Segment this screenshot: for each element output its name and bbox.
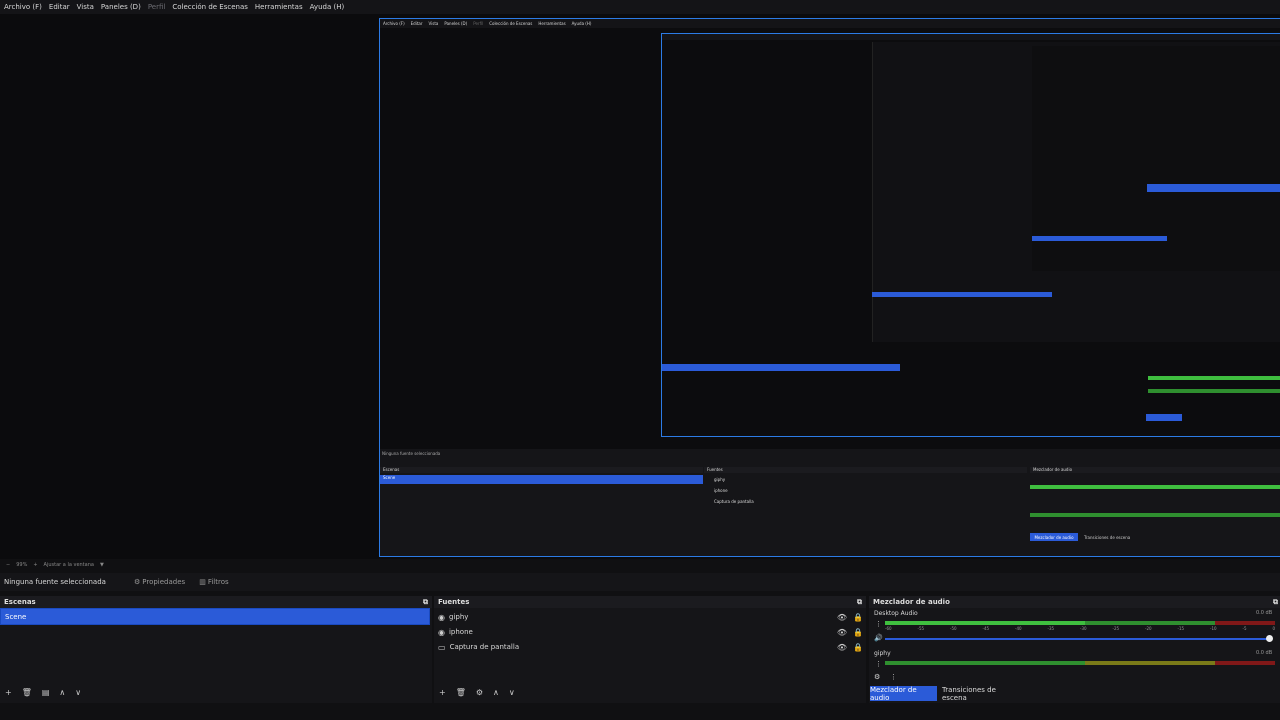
- filter-icon: ▥: [199, 578, 206, 586]
- level-meter: [1215, 661, 1275, 665]
- move-up-icon[interactable]: ∧: [59, 688, 65, 697]
- scene-filter-icon[interactable]: ▤: [42, 688, 50, 697]
- zoom-minus-icon[interactable]: −: [6, 562, 10, 568]
- menu-view[interactable]: Vista: [77, 3, 94, 11]
- level-meter: [1085, 621, 1215, 625]
- eye-icon[interactable]: 👁: [837, 643, 847, 652]
- zoom-plus-icon[interactable]: +: [33, 562, 37, 568]
- monitor-icon: ▭: [438, 642, 446, 652]
- sources-footer: + 🗑 ⚙ ∧ ∨: [439, 688, 515, 697]
- fit-window-label[interactable]: Ajustar a la ventana: [44, 562, 94, 568]
- add-scene-icon[interactable]: +: [5, 688, 12, 697]
- mixer-header: Mezclador de audio ⧉: [869, 596, 1280, 608]
- filters-button[interactable]: ▥ Filtros: [199, 578, 228, 586]
- channel-db: 0.0 dB: [1256, 650, 1273, 656]
- menu-edit[interactable]: Editar: [49, 3, 70, 11]
- menu-docks[interactable]: Paneles (D): [101, 3, 141, 11]
- image-icon: ◉: [438, 612, 445, 622]
- menu-dots-icon[interactable]: ⋮: [875, 620, 882, 628]
- zoom-bar: − 99% + Ajustar a la ventana ▼: [0, 559, 1280, 571]
- dock-float-icon[interactable]: ⧉: [423, 598, 428, 607]
- remove-source-icon[interactable]: 🗑: [456, 688, 466, 697]
- scene-item[interactable]: Scene: [0, 608, 430, 625]
- source-item[interactable]: ▭ Captura de pantalla 👁 🔒: [438, 640, 863, 654]
- move-down-icon[interactable]: ∨: [75, 688, 81, 697]
- tab-scene-transitions[interactable]: Transiciones de escena: [942, 686, 1018, 702]
- volume-slider-handle[interactable]: [1266, 635, 1273, 642]
- menu-tools[interactable]: Herramientas: [255, 3, 303, 11]
- add-source-icon[interactable]: +: [439, 688, 446, 697]
- properties-button[interactable]: ⚙ Propiedades: [134, 578, 185, 586]
- source-item[interactable]: ◉ iphone 👁 🔒: [438, 625, 863, 639]
- tab-audio-mixer[interactable]: Mezclador de audio: [870, 686, 937, 702]
- move-up-icon[interactable]: ∧: [493, 688, 499, 697]
- menu-profile[interactable]: Perfil: [148, 3, 166, 11]
- level-meter: [1085, 661, 1215, 665]
- eye-icon[interactable]: 👁: [837, 628, 847, 637]
- gear-icon: ⚙: [133, 578, 141, 586]
- menu-dots-icon[interactable]: ⋮: [890, 673, 897, 681]
- level-meter: [1215, 621, 1275, 625]
- move-down-icon[interactable]: ∨: [509, 688, 515, 697]
- lock-icon[interactable]: 🔒: [853, 643, 863, 652]
- gear-icon[interactable]: ⚙: [476, 688, 483, 697]
- menu-file[interactable]: Archivo (F): [4, 3, 42, 11]
- channel-db: 0.0 dB: [1256, 610, 1273, 616]
- channel-name: giphy: [874, 650, 891, 657]
- no-source-label: Ninguna fuente seleccionada: [4, 578, 106, 586]
- remove-scene-icon[interactable]: 🗑: [22, 688, 32, 697]
- meter-scale: -60 -55 -50 -45 -40 -35 -30 -25 -20 -15 -10 -5 0: [885, 626, 1275, 631]
- source-item[interactable]: ◉ giphy 👁 🔒: [438, 610, 863, 624]
- dock-float-icon[interactable]: ⧉: [857, 598, 862, 607]
- level-meter: [885, 661, 1085, 665]
- scenes-footer: + 🗑 ▤ ∧ ∨: [5, 688, 81, 697]
- lock-icon[interactable]: 🔒: [853, 628, 863, 637]
- lock-icon[interactable]: 🔒: [853, 613, 863, 622]
- zoom-level: 99%: [16, 562, 28, 568]
- menu-help[interactable]: Ayuda (H): [310, 3, 345, 11]
- menu-dots-icon[interactable]: ⋮: [875, 660, 882, 668]
- menu-scene-collection[interactable]: Colección de Escenas: [172, 3, 248, 11]
- chevron-down-icon[interactable]: ▼: [100, 562, 104, 568]
- eye-icon[interactable]: 👁: [837, 613, 847, 622]
- nested-capture-2: [661, 33, 1280, 437]
- level-meter: [885, 621, 1085, 625]
- channel-name: Desktop Audio: [874, 610, 918, 617]
- link-icon[interactable]: ⚙: [874, 673, 880, 681]
- preview-canvas[interactable]: Archivo (F) Editar Vista Paneles (D) Per…: [0, 14, 1280, 559]
- volume-slider[interactable]: [885, 638, 1270, 640]
- nested-menubar-1: Archivo (F) Editar Vista Paneles (D) Per…: [380, 19, 1280, 28]
- sources-header: Fuentes ⧉: [434, 596, 866, 608]
- image-icon: ◉: [438, 627, 445, 637]
- menu-bar: Archivo (F) Editar Vista Paneles (D) Per…: [0, 0, 1280, 14]
- speaker-icon[interactable]: 🔊: [874, 634, 883, 642]
- context-toolbar: Ninguna fuente seleccionada ⚙ Propiedade…: [0, 573, 1280, 591]
- scenes-header: Escenas ⧉: [0, 596, 432, 608]
- dock-float-icon[interactable]: ⧉: [1273, 598, 1278, 607]
- nested-capture-1: Archivo (F) Editar Vista Paneles (D) Per…: [379, 18, 1280, 557]
